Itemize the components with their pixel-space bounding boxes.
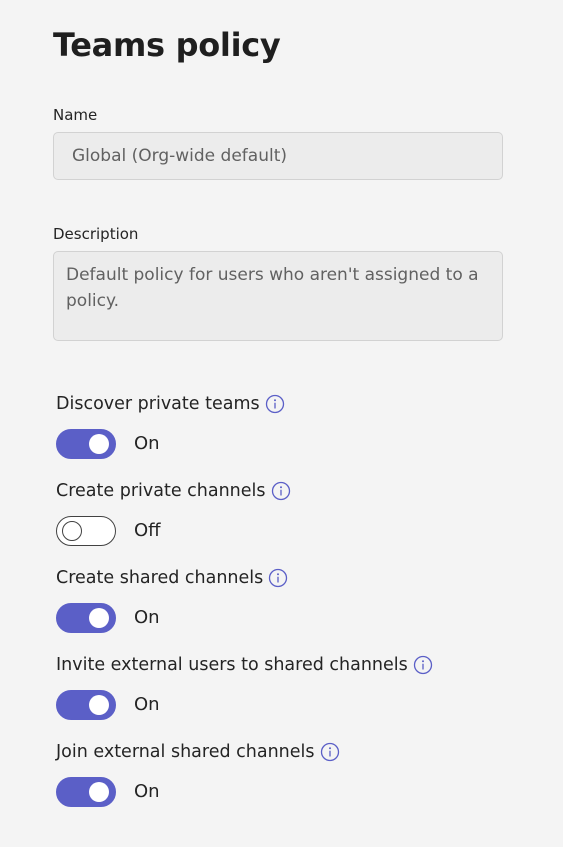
toggle-state-label: On [134, 433, 160, 454]
description-field[interactable]: Default policy for users who aren't assi… [53, 251, 503, 341]
toggle-state-label: On [134, 781, 160, 802]
info-icon[interactable] [268, 568, 288, 588]
page-title: Teams policy [53, 26, 281, 64]
info-icon[interactable] [265, 394, 285, 414]
setting-label: Create shared channels [56, 568, 264, 588]
info-icon[interactable] [320, 742, 340, 762]
setting-label-row: Discover private teams [56, 392, 285, 416]
setting-discover-private-teams: Discover private teams On [56, 392, 536, 472]
toggle-knob [62, 521, 82, 541]
toggle-state-label: On [134, 694, 160, 715]
toggle-state-label: Off [134, 520, 161, 541]
info-icon[interactable] [413, 655, 433, 675]
setting-label: Join external shared channels [56, 742, 315, 762]
toggle-state-label: On [134, 607, 160, 628]
setting-label-row: Invite external users to shared channels [56, 653, 433, 677]
toggle-knob [89, 782, 109, 802]
toggle-knob [89, 608, 109, 628]
setting-label: Create private channels [56, 481, 266, 501]
toggle-knob [89, 434, 109, 454]
create-private-channels-toggle[interactable] [56, 516, 116, 546]
description-label: Description [53, 225, 139, 243]
setting-label: Discover private teams [56, 394, 260, 414]
setting-create-shared-channels: Create shared channels On [56, 566, 536, 646]
setting-label: Invite external users to shared channels [56, 655, 408, 675]
setting-label-row: Create shared channels [56, 566, 288, 590]
name-field[interactable] [53, 132, 503, 180]
setting-label-row: Create private channels [56, 479, 291, 503]
name-label: Name [53, 106, 98, 124]
discover-private-teams-toggle[interactable] [56, 429, 116, 459]
setting-label-row: Join external shared channels [56, 740, 340, 764]
setting-join-external-shared-channels: Join external shared channels On [56, 740, 536, 820]
info-icon[interactable] [271, 481, 291, 501]
invite-external-users-toggle[interactable] [56, 690, 116, 720]
setting-create-private-channels: Create private channels Off [56, 479, 536, 559]
create-shared-channels-toggle[interactable] [56, 603, 116, 633]
setting-invite-external-users: Invite external users to shared channels… [56, 653, 536, 733]
join-external-shared-channels-toggle[interactable] [56, 777, 116, 807]
toggle-knob [89, 695, 109, 715]
